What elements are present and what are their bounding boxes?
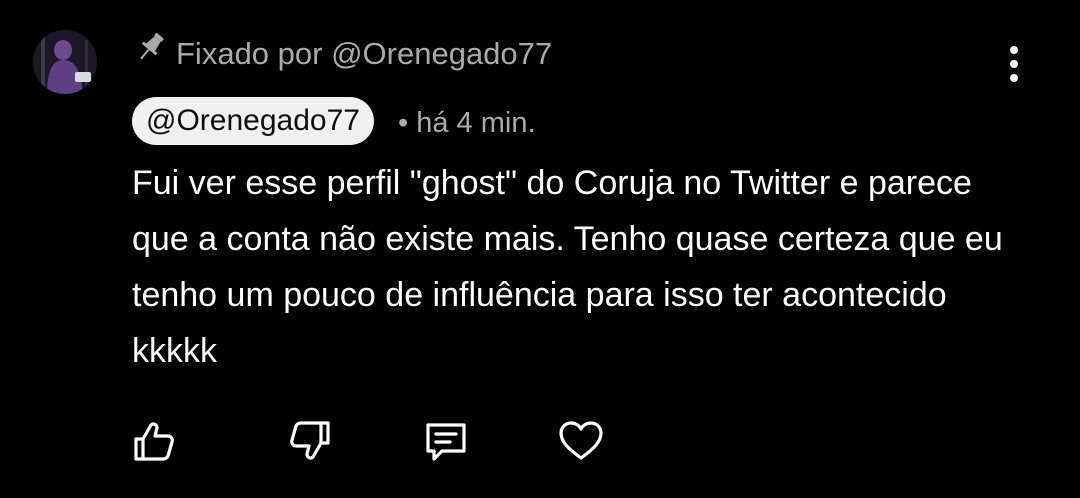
avatar[interactable] [33,30,97,94]
timestamp: há 4 min. [416,107,536,139]
reply-button[interactable] [420,415,472,467]
comment-meta: • há 4 min. [398,103,536,143]
comment-icon [426,423,466,461]
dislike-button[interactable] [284,415,336,467]
more-vert-icon-dot [1010,60,1018,68]
avatar-image [33,30,97,94]
author-handle[interactable]: @Orenegado77 [132,97,374,145]
pin-icon [134,30,166,66]
comment-text: Fui ver esse perfil "ghost" do Coruja no… [132,164,1003,370]
more-options-button[interactable] [996,42,1032,86]
like-button[interactable] [128,415,180,467]
heart-icon [559,421,603,460]
heart-button[interactable] [555,415,607,467]
thumbs-up-icon [134,422,174,461]
separator-dot: • [398,107,417,139]
more-vert-icon-dot [1010,74,1018,82]
pinned-label: Fixado por @Orenegado77 [176,36,553,71]
thumbs-down-icon [290,421,330,460]
more-vert-icon [1010,46,1018,54]
